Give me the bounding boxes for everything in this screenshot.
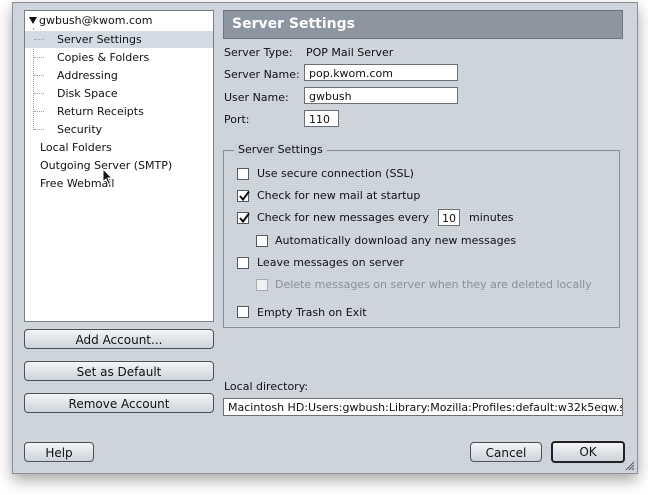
resize-grip-icon[interactable] <box>623 459 635 471</box>
tree-item-label: Server Settings <box>57 33 142 46</box>
tree-item-account[interactable]: gwbush@kwom.com <box>25 12 213 29</box>
local-directory-label: Local directory: <box>224 380 309 393</box>
tree-item-label: Copies & Folders <box>57 51 150 64</box>
empty-trash-checkbox[interactable] <box>237 306 249 318</box>
tree-item-local-folders[interactable]: Local Folders <box>25 139 213 156</box>
check-every-label[interactable]: Check for new messages every <box>257 211 429 224</box>
check-startup-checkbox[interactable] <box>237 190 250 202</box>
server-type-label: Server Type: <box>224 46 293 59</box>
tree-connector <box>34 75 44 76</box>
auto-download-checkbox[interactable] <box>256 235 268 247</box>
tree-item-label: Disk Space <box>57 87 118 100</box>
minutes-label: minutes <box>469 211 514 224</box>
server-settings-group-title: Server Settings <box>234 143 327 156</box>
ssl-checkbox[interactable] <box>237 168 249 180</box>
account-tree[interactable]: gwbush@kwom.com Server Settings Copies &… <box>24 10 214 322</box>
tree-item-label: Addressing <box>57 69 118 82</box>
checkmark-icon <box>239 212 250 224</box>
tree-item-free-webmail[interactable]: Free Webmail <box>25 175 213 192</box>
remove-account-button[interactable]: Remove Account <box>24 393 214 413</box>
tree-connector <box>34 39 44 40</box>
add-account-button[interactable]: Add Account... <box>24 329 214 349</box>
mouse-pointer-icon <box>102 168 114 186</box>
server-name-label: Server Name: <box>224 68 300 81</box>
empty-trash-label[interactable]: Empty Trash on Exit <box>257 306 367 319</box>
tree-item-copies-folders[interactable]: Copies & Folders <box>25 49 213 66</box>
check-minutes-field[interactable]: 10 <box>438 209 460 226</box>
check-startup-label[interactable]: Check for new mail at startup <box>257 189 420 202</box>
leave-on-server-checkbox[interactable] <box>237 257 249 269</box>
delete-on-server-checkbox[interactable] <box>256 279 268 291</box>
port-field[interactable]: 110 <box>304 110 339 127</box>
panel-header: Server Settings <box>223 10 623 39</box>
tree-connector <box>34 129 44 130</box>
user-name-field[interactable]: gwbush <box>304 87 458 104</box>
help-button[interactable]: Help <box>24 442 94 462</box>
disclosure-triangle-icon[interactable] <box>29 17 37 24</box>
check-every-checkbox[interactable] <box>237 212 250 224</box>
port-label: Port: <box>224 113 250 126</box>
tree-item-outgoing-server[interactable]: Outgoing Server (SMTP) <box>25 157 213 174</box>
tree-item-security[interactable]: Security <box>25 121 213 138</box>
tree-item-return-receipts[interactable]: Return Receipts <box>25 103 213 120</box>
cancel-button[interactable]: Cancel <box>470 442 542 462</box>
tree-item-disk-space[interactable]: Disk Space <box>25 85 213 102</box>
tree-connector <box>34 111 44 112</box>
tree-item-addressing[interactable]: Addressing <box>25 67 213 84</box>
local-directory-field[interactable]: Macintosh HD:Users:gwbush:Library:Mozill… <box>223 398 623 416</box>
user-name-label: User Name: <box>224 91 289 104</box>
tree-connector <box>34 93 44 94</box>
tree-item-label: Local Folders <box>40 141 112 154</box>
ssl-label[interactable]: Use secure connection (SSL) <box>257 167 414 180</box>
tree-item-label: Return Receipts <box>57 105 144 118</box>
tree-item-label: Security <box>57 123 103 136</box>
tree-item-server-settings[interactable]: Server Settings <box>25 31 213 48</box>
checkmark-icon <box>239 190 250 202</box>
tree-item-label: gwbush@kwom.com <box>39 14 153 27</box>
auto-download-label[interactable]: Automatically download any new messages <box>275 234 516 247</box>
ok-button[interactable]: OK <box>551 441 625 463</box>
server-type-value: POP Mail Server <box>306 46 394 59</box>
panel-title: Server Settings <box>232 16 355 32</box>
tree-connector <box>34 57 44 58</box>
account-settings-window: gwbush@kwom.com Server Settings Copies &… <box>12 2 638 474</box>
delete-on-server-label[interactable]: Delete messages on server when they are … <box>275 278 592 291</box>
server-name-field[interactable]: pop.kwom.com <box>304 64 458 81</box>
leave-on-server-label[interactable]: Leave messages on server <box>257 256 404 269</box>
set-as-default-button[interactable]: Set as Default <box>24 361 214 381</box>
